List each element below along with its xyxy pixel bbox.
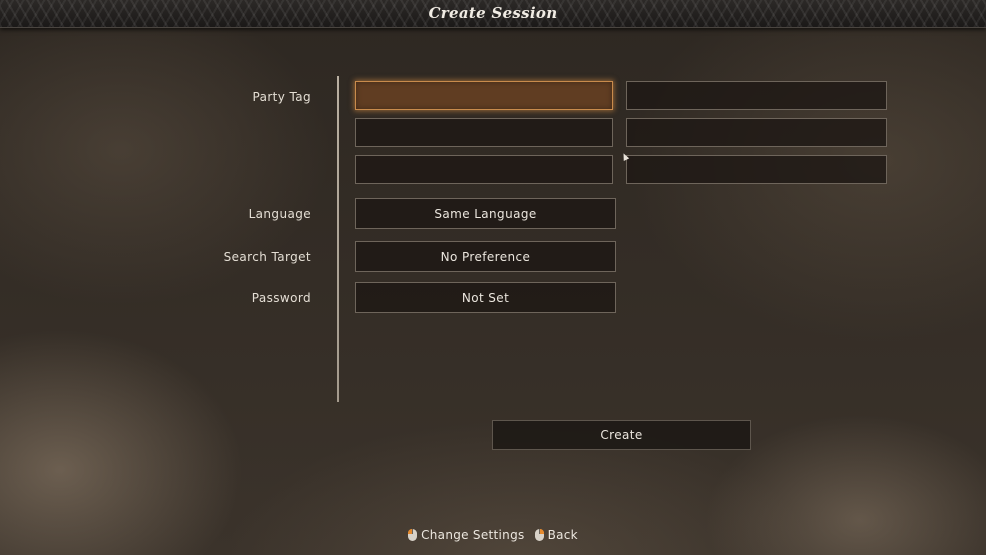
create-button[interactable]: Create bbox=[492, 420, 751, 450]
language-selector[interactable]: Same Language bbox=[355, 198, 616, 229]
password-label: Password bbox=[251, 291, 311, 305]
search-target-selector[interactable]: No Preference bbox=[355, 241, 616, 272]
party-tag-slot-3[interactable] bbox=[355, 118, 613, 147]
mouse-right-click-icon bbox=[534, 529, 544, 541]
mouse-left-click-icon bbox=[408, 529, 418, 541]
back-hint[interactable]: Back bbox=[534, 528, 578, 542]
party-tag-label: Party Tag bbox=[252, 90, 311, 104]
search-target-label: Search Target bbox=[223, 250, 311, 264]
party-tag-slot-1[interactable] bbox=[355, 81, 613, 110]
create-session-screen: Create Session Party Tag Language Search… bbox=[0, 0, 986, 555]
party-tag-slot-6[interactable] bbox=[626, 155, 887, 184]
page-title: Create Session bbox=[428, 4, 558, 22]
back-label: Back bbox=[547, 528, 578, 542]
party-tag-slot-5[interactable] bbox=[355, 155, 613, 184]
password-selector[interactable]: Not Set bbox=[355, 282, 616, 313]
button-hints: Change Settings Back bbox=[0, 526, 986, 544]
party-tag-slot-2[interactable] bbox=[626, 81, 887, 110]
title-bar: Create Session bbox=[0, 0, 986, 28]
change-settings-hint[interactable]: Change Settings bbox=[408, 528, 524, 542]
party-tag-slot-4[interactable] bbox=[626, 118, 887, 147]
form-divider bbox=[337, 76, 339, 402]
change-settings-label: Change Settings bbox=[421, 528, 525, 542]
language-label: Language bbox=[248, 207, 311, 221]
